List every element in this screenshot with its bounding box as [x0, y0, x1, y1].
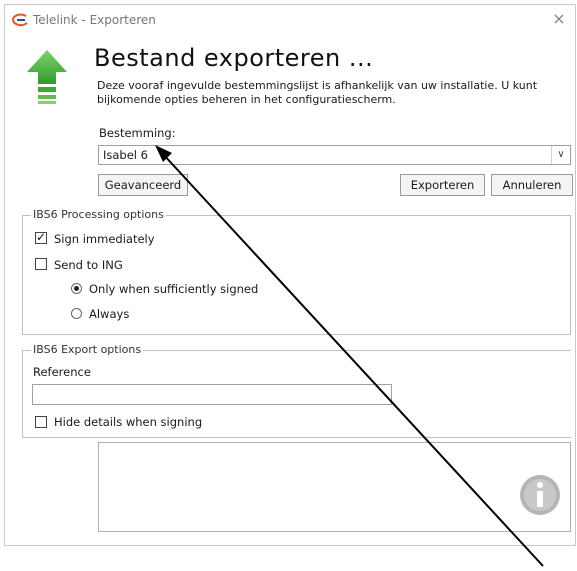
reference-label: Reference	[33, 365, 91, 379]
close-button[interactable]: ×	[551, 10, 567, 28]
reference-input[interactable]	[32, 384, 392, 405]
export-options-title: IBS6 Export options	[31, 343, 144, 356]
advanced-button[interactable]: Geavanceerd	[98, 174, 188, 196]
radio-dot	[74, 286, 79, 291]
telelink-logo-icon	[12, 13, 28, 27]
send-to-ing-checkbox[interactable]	[35, 258, 47, 270]
destination-value: Isabel 6	[103, 148, 148, 162]
description-text: Deze vooraf ingevulde bestemmingslijst i…	[97, 79, 538, 106]
hide-details-checkbox[interactable]	[35, 416, 47, 428]
always-radio[interactable]	[71, 308, 82, 319]
window-title: Telelink - Exporteren	[33, 13, 156, 27]
only-when-signed-radio[interactable]	[71, 283, 82, 294]
destination-label: Bestemming:	[99, 126, 176, 140]
chevron-down-icon[interactable]: ∨	[551, 146, 570, 164]
send-to-ing-label: Send to ING	[54, 258, 123, 272]
page-title: Bestand exporteren ...	[94, 44, 374, 72]
checkmark-icon: ✓	[36, 230, 47, 244]
title-bar: Telelink - Exporteren ×	[5, 5, 575, 35]
sign-immediately-label: Sign immediately	[54, 232, 155, 246]
hide-details-label: Hide details when signing	[54, 415, 203, 429]
only-when-signed-label: Only when sufficiently signed	[89, 282, 259, 296]
info-icon	[520, 475, 560, 515]
destination-select[interactable]: Isabel 6 ∨	[98, 145, 571, 165]
processing-options-title: IBS6 Processing options	[31, 208, 166, 221]
green-up-arrow-icon	[27, 50, 67, 104]
always-label: Always	[89, 307, 130, 321]
sign-immediately-checkbox[interactable]: ✓	[35, 230, 47, 244]
info-panel	[98, 442, 571, 532]
export-button[interactable]: Exporteren	[400, 174, 485, 196]
cancel-button[interactable]: Annuleren	[491, 174, 573, 196]
